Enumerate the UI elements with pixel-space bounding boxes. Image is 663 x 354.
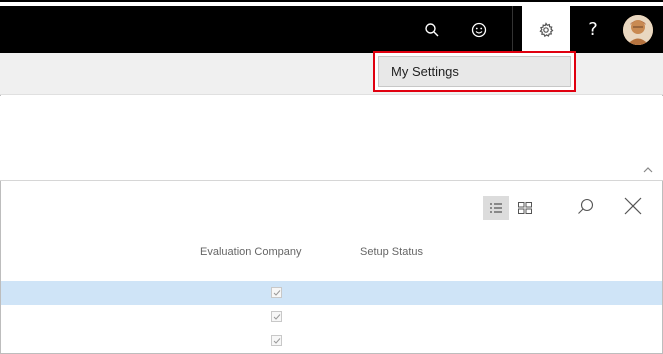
checkmark-icon — [273, 337, 280, 344]
close-icon — [624, 197, 642, 215]
collapse-button[interactable] — [642, 164, 654, 174]
my-settings-menu-item[interactable]: My Settings — [378, 56, 571, 87]
tile-view-icon — [518, 202, 532, 214]
column-header-setup-status[interactable]: Setup Status — [360, 246, 423, 258]
list-view-icon — [490, 203, 502, 213]
evaluation-company-checkbox — [271, 287, 282, 298]
list-view-button[interactable] — [483, 196, 509, 220]
topbar-divider — [512, 6, 513, 53]
checkmark-icon — [273, 289, 280, 296]
evaluation-company-checkbox — [271, 335, 282, 346]
help-button[interactable]: ? — [578, 6, 608, 53]
settings-dropdown: My Settings — [373, 51, 576, 92]
list-search-button[interactable] — [574, 195, 598, 219]
table-row[interactable] — [1, 305, 662, 329]
page-header-area — [0, 96, 663, 181]
help-icon: ? — [588, 19, 598, 40]
smiley-icon — [471, 22, 487, 37]
column-header-evaluation-company[interactable]: Evaluation Company — [200, 246, 302, 258]
table-row[interactable] — [1, 281, 662, 305]
search-button[interactable] — [418, 6, 446, 53]
feedback-button[interactable] — [464, 6, 494, 53]
close-button[interactable] — [620, 193, 646, 219]
chevron-up-icon — [643, 167, 653, 173]
table-row[interactable] — [1, 329, 662, 353]
search-icon — [578, 198, 594, 214]
search-icon — [425, 22, 439, 36]
evaluation-company-checkbox — [271, 311, 282, 322]
settings-button[interactable] — [522, 6, 570, 53]
checkmark-icon — [273, 313, 280, 320]
user-avatar-button[interactable] — [616, 6, 660, 53]
gear-icon — [539, 21, 554, 37]
tile-view-button[interactable] — [512, 196, 538, 220]
avatar — [623, 14, 653, 45]
my-settings-label: My Settings — [391, 64, 459, 79]
